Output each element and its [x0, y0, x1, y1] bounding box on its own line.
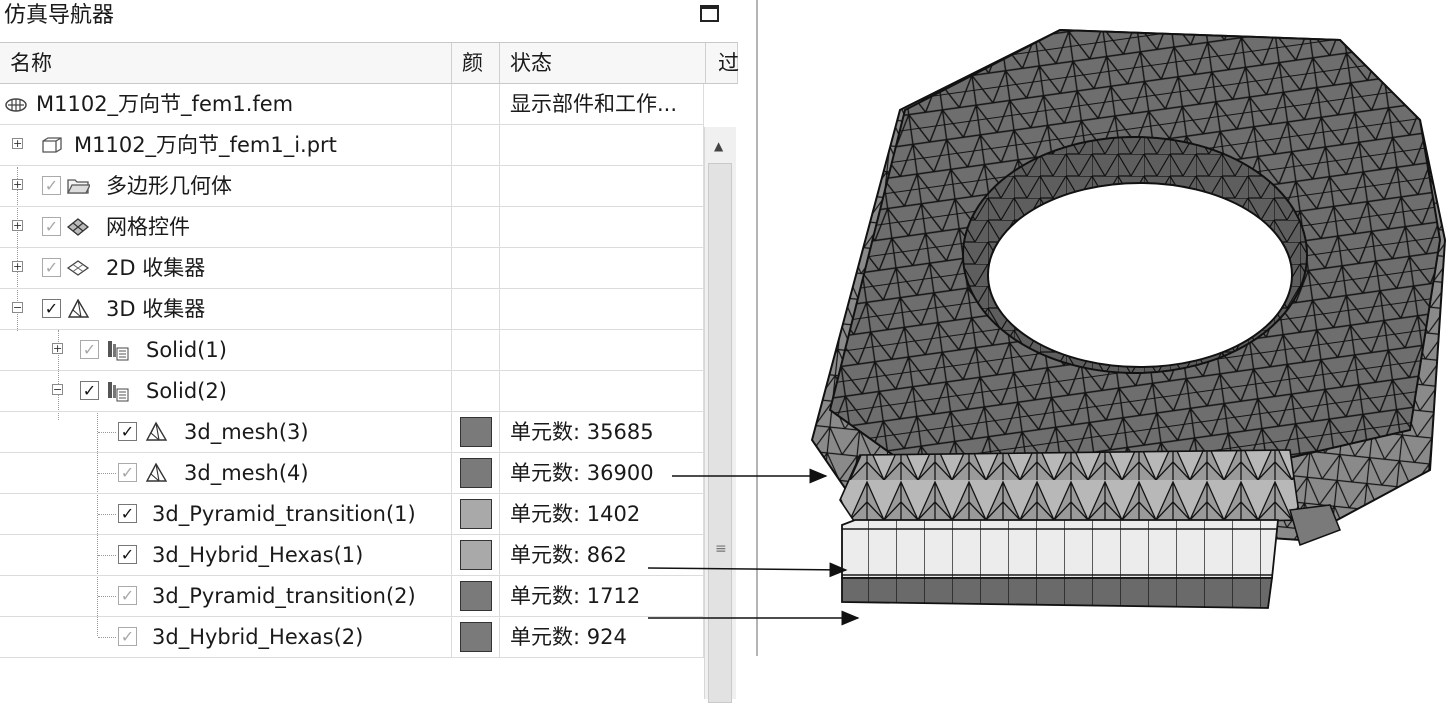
callout-arrows	[647, 468, 860, 626]
arrow-hybrid-hexas-1	[647, 562, 848, 578]
